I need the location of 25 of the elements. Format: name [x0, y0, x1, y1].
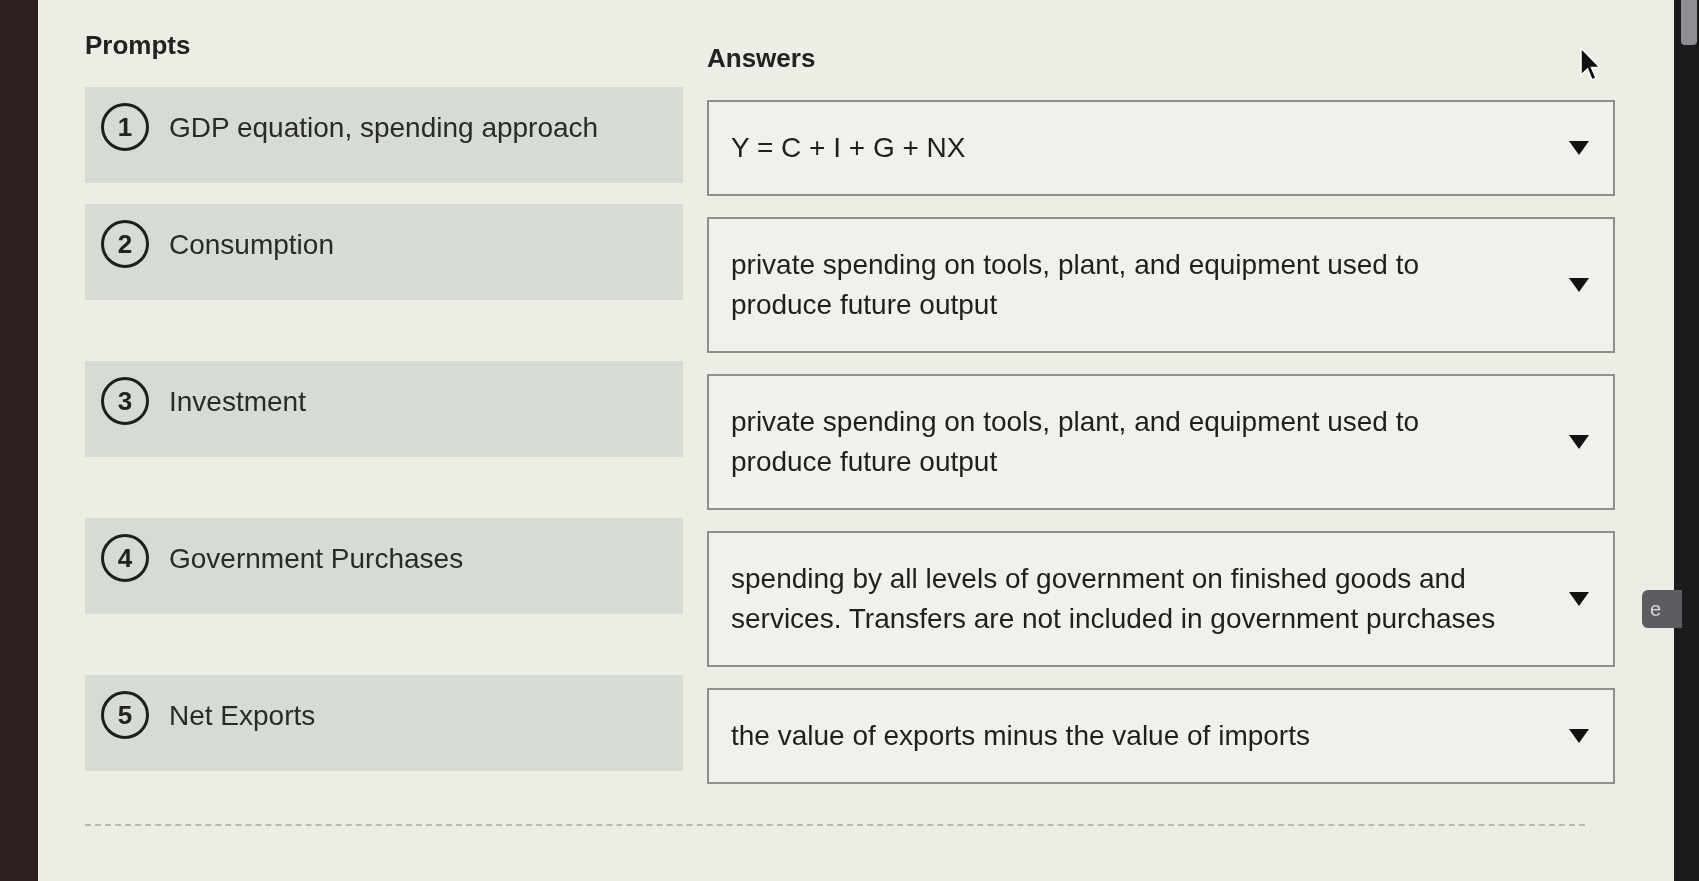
caret-down-icon [1569, 141, 1589, 155]
prompt-label: Government Purchases [169, 542, 464, 576]
mouse-pointer-icon [1580, 47, 1602, 81]
prompt-number: 1 [101, 103, 149, 151]
side-tab[interactable]: e [1642, 590, 1682, 628]
answers-heading: Answers [707, 43, 816, 73]
answer-dropdown[interactable]: spending by all levels of government on finished goods and services. Transfers are not included in government purchases [707, 531, 1615, 667]
answer-dropdown[interactable]: private spending on tools, plant, and equipment used to produce future output [707, 374, 1615, 510]
answer-dropdown[interactable]: private spending on tools, plant, and equipment used to produce future output [707, 217, 1615, 353]
caret-down-icon [1569, 435, 1589, 449]
scrollbar-thumb[interactable] [1681, 0, 1697, 45]
prompt-label: Net Exports [169, 699, 316, 733]
caret-down-icon [1569, 592, 1589, 606]
answer-dropdown[interactable]: the value of exports minus the value of imports [707, 688, 1615, 784]
caret-down-icon [1569, 278, 1589, 292]
answer-dropdown[interactable]: Y = C + I + G + NX [707, 100, 1615, 196]
prompt-label: Consumption [169, 228, 334, 262]
caret-down-icon [1569, 729, 1589, 743]
prompt-number: 3 [101, 377, 149, 425]
prompts-heading: Prompts [85, 30, 191, 60]
prompt-label: Investment [169, 385, 306, 419]
prompt-number: 5 [101, 691, 149, 739]
prompt-number: 2 [101, 220, 149, 268]
prompt-label: GDP equation, spending approach [169, 111, 599, 145]
prompt-number: 4 [101, 534, 149, 582]
